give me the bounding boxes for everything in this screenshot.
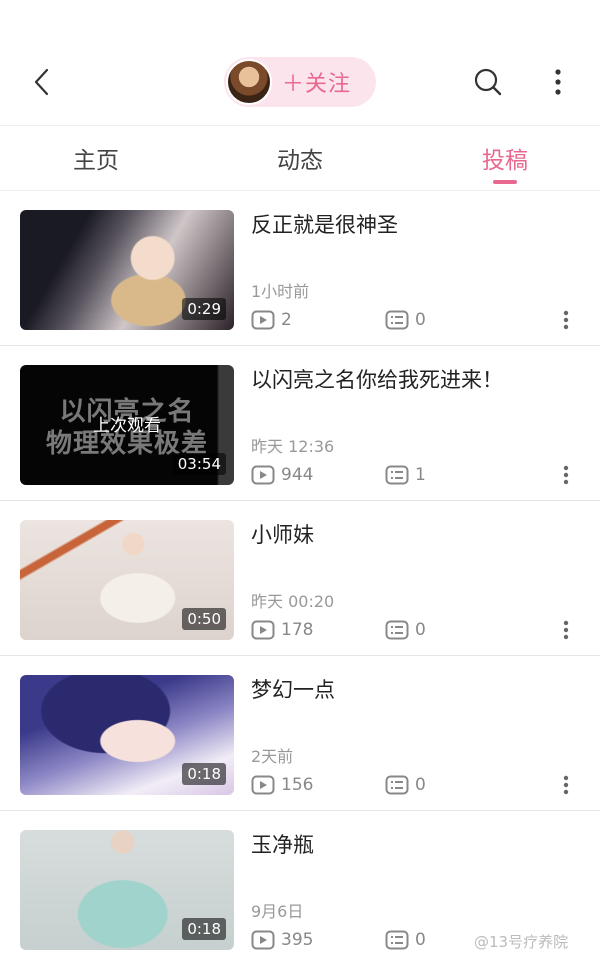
video-thumbnail[interactable]: 0:50 bbox=[20, 520, 234, 640]
play-icon bbox=[251, 465, 275, 485]
item-more-button[interactable] bbox=[556, 617, 576, 643]
video-time: 昨天 12:36 bbox=[251, 437, 335, 456]
search-icon bbox=[474, 68, 502, 96]
comment-count: 0 bbox=[385, 310, 426, 330]
more-vertical-icon bbox=[563, 310, 569, 330]
video-duration: 0:50 bbox=[182, 608, 226, 630]
search-button[interactable] bbox=[470, 64, 506, 100]
video-item[interactable]: 0:29 反正就是很神圣 1小时前 2 0 bbox=[0, 191, 600, 346]
play-icon bbox=[251, 310, 275, 330]
video-title[interactable]: 玉净瓶 bbox=[251, 829, 314, 859]
comment-count: 0 bbox=[385, 620, 426, 640]
play-icon bbox=[251, 930, 275, 950]
back-button[interactable] bbox=[24, 64, 60, 100]
play-count-value: 156 bbox=[281, 775, 314, 795]
video-time: 昨天 00:20 bbox=[251, 592, 335, 611]
item-more-button[interactable] bbox=[556, 462, 576, 488]
comment-count-value: 0 bbox=[415, 620, 426, 640]
more-options-button[interactable] bbox=[542, 64, 574, 100]
comment-count: 0 bbox=[385, 775, 426, 795]
play-count: 395 bbox=[251, 930, 313, 950]
play-icon bbox=[251, 775, 275, 795]
play-count-value: 2 bbox=[281, 310, 292, 330]
comment-icon bbox=[385, 620, 409, 640]
video-title[interactable]: 以闪亮之名你给我死进来！ bbox=[251, 364, 503, 394]
comment-count-value: 0 bbox=[415, 775, 426, 795]
video-time: 9月6日 bbox=[251, 902, 304, 921]
video-thumbnail[interactable]: 以闪亮之名 物理效果极差 上次观看 03:54 bbox=[20, 365, 234, 485]
video-item[interactable]: 0:18 梦幻一点 2天前 156 0 bbox=[0, 656, 600, 811]
video-duration: 03:54 bbox=[172, 453, 226, 475]
follow-button[interactable]: ＋关注 bbox=[224, 57, 376, 107]
play-icon bbox=[251, 620, 275, 640]
comment-icon bbox=[385, 310, 409, 330]
comment-icon bbox=[385, 930, 409, 950]
play-count: 944 bbox=[251, 465, 313, 485]
comment-count-value: 1 bbox=[415, 465, 426, 485]
video-duration: 0:18 bbox=[182, 763, 226, 785]
video-title[interactable]: 小师妹 bbox=[251, 519, 314, 549]
video-thumbnail[interactable]: 0:18 bbox=[20, 830, 234, 950]
comment-icon bbox=[385, 465, 409, 485]
play-count: 2 bbox=[251, 310, 292, 330]
video-thumbnail[interactable]: 0:29 bbox=[20, 210, 234, 330]
tab-dynamics[interactable]: 动态 bbox=[200, 126, 400, 190]
more-vertical-icon bbox=[563, 465, 569, 485]
back-icon bbox=[34, 68, 49, 96]
video-title[interactable]: 梦幻一点 bbox=[251, 674, 335, 704]
play-count: 178 bbox=[251, 620, 313, 640]
more-vertical-icon bbox=[563, 775, 569, 795]
video-item[interactable]: 0:50 小师妹 昨天 00:20 178 0 bbox=[0, 501, 600, 656]
avatar[interactable] bbox=[226, 59, 272, 105]
comment-icon bbox=[385, 775, 409, 795]
comment-count: 1 bbox=[385, 465, 426, 485]
play-count-value: 944 bbox=[281, 465, 314, 485]
video-duration: 0:18 bbox=[182, 918, 226, 940]
active-tab-indicator bbox=[493, 180, 517, 184]
comment-count-value: 0 bbox=[415, 310, 426, 330]
tab-home[interactable]: 主页 bbox=[0, 126, 192, 190]
follow-label: ＋关注 bbox=[282, 72, 352, 97]
video-title[interactable]: 反正就是很神圣 bbox=[251, 209, 398, 239]
item-more-button[interactable] bbox=[556, 772, 576, 798]
top-bar: ＋关注 bbox=[0, 0, 600, 125]
last-watched-tag: 上次观看 bbox=[93, 416, 161, 436]
play-count: 156 bbox=[251, 775, 313, 795]
video-item[interactable]: 以闪亮之名 物理效果极差 上次观看 03:54 以闪亮之名你给我死进来！ 昨天 … bbox=[0, 346, 600, 501]
tab-bar: 主页 动态 投稿 bbox=[0, 125, 600, 191]
video-thumbnail[interactable]: 0:18 bbox=[20, 675, 234, 795]
comment-count: 0 bbox=[385, 930, 426, 950]
item-more-button[interactable] bbox=[556, 307, 576, 333]
play-count-value: 178 bbox=[281, 620, 314, 640]
more-vertical-icon bbox=[555, 69, 561, 95]
watermark: @13号疗养院 bbox=[474, 933, 569, 951]
video-time: 1小时前 bbox=[251, 282, 310, 301]
video-time: 2天前 bbox=[251, 747, 294, 766]
comment-count-value: 0 bbox=[415, 930, 426, 950]
more-vertical-icon bbox=[563, 620, 569, 640]
video-duration: 0:29 bbox=[182, 298, 226, 320]
play-count-value: 395 bbox=[281, 930, 314, 950]
